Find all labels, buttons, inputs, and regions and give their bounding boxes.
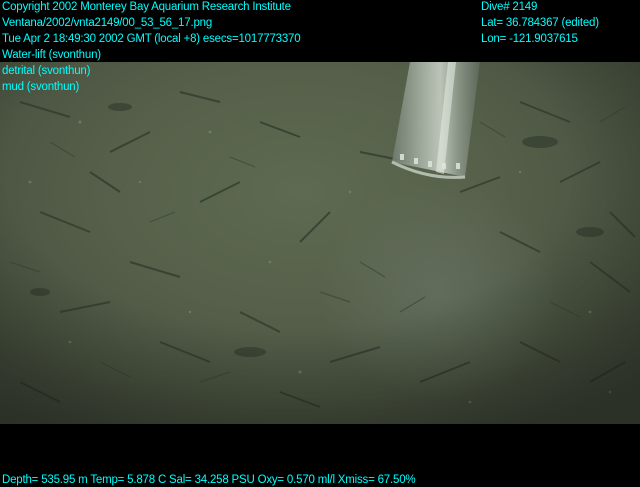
latitude-text: Lat= 36.784367 (edited) <box>481 17 599 29</box>
seafloor-scene <box>0 62 640 424</box>
file-path-text: Ventana/2002/vnta2149/00_53_56_17.png <box>2 17 213 29</box>
copyright-text: Copyright 2002 Monterey Bay Aquarium Res… <box>2 1 291 13</box>
seafloor-image <box>0 62 640 424</box>
longitude-text: Lon= -121.9037615 <box>481 33 578 45</box>
video-frame: Copyright 2002 Monterey Bay Aquarium Res… <box>0 0 640 486</box>
timestamp-text: Tue Apr 2 18:49:30 2002 GMT (local +8) e… <box>2 33 301 45</box>
dive-number: Dive# 2149 <box>481 1 538 13</box>
telemetry-readout: Depth= 535.95 m Temp= 5.878 C Sal= 34.25… <box>2 474 416 486</box>
annotation-label: detrital (svonthun) <box>2 65 91 77</box>
annotation-label: mud (svonthun) <box>2 81 80 93</box>
annotation-label: Water-lift (svonthun) <box>2 49 101 61</box>
